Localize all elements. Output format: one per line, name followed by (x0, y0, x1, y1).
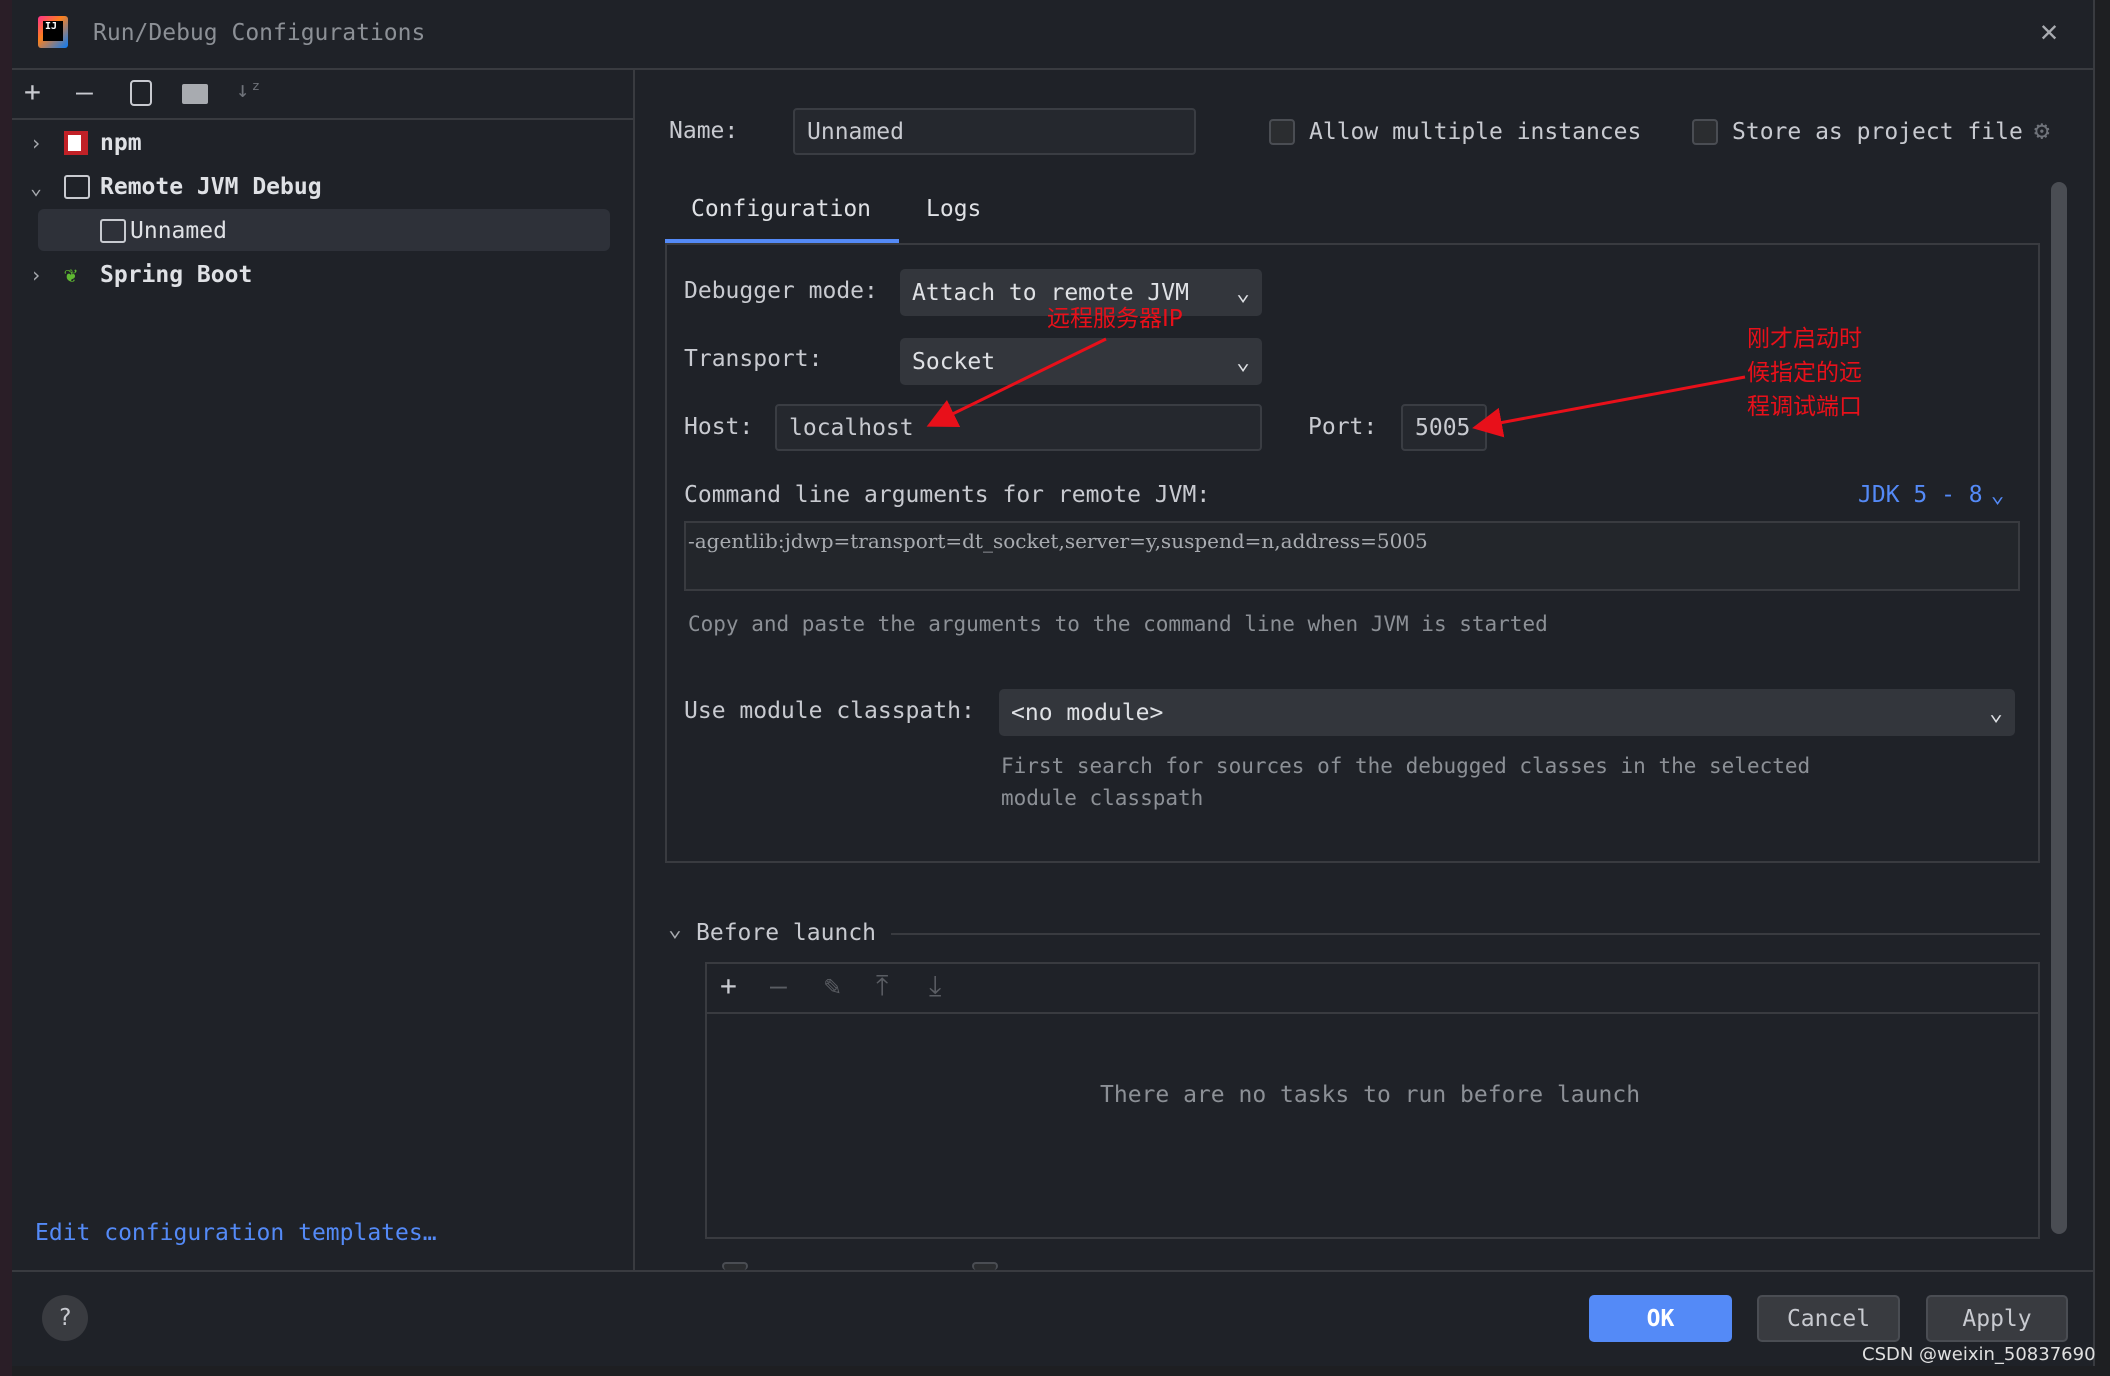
host-arrow (926, 337, 1107, 427)
port-annotation-line2: 候指定的远 (1747, 360, 1862, 386)
annotation-arrows (926, 337, 1746, 438)
port-annotation-line3: 程调试端口 (1747, 394, 1862, 420)
port-annotation-line1: 刚才启动时 (1747, 326, 1862, 352)
port-arrow (1472, 375, 1746, 438)
host-annotation: 远程服务器IP (1047, 306, 1183, 332)
